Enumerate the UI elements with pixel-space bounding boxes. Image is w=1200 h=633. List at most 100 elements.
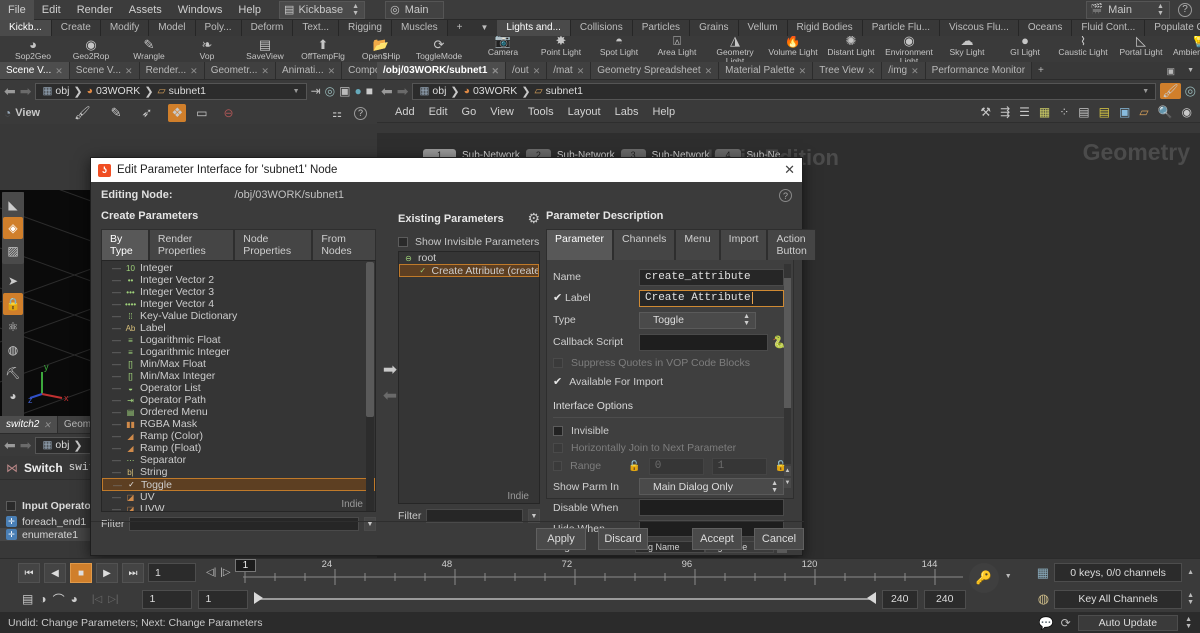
network-add-tab-button[interactable]: + <box>1032 62 1050 79</box>
left-pane-tab-close-icon[interactable]: ✕ <box>328 62 336 80</box>
color-palette-icon[interactable]: ▦ <box>1039 105 1050 119</box>
network-pane-tab-5[interactable]: Tree View ✕ <box>813 62 883 80</box>
create-parameter-item-logarithmic-integer[interactable]: — ≡ Logarithmic Integer <box>102 346 375 358</box>
tab-close-icon[interactable]: ✕ <box>43 416 51 434</box>
shelf-tool-area-light[interactable]: ⍓ Area Light <box>648 36 706 62</box>
image-icon[interactable]: ▣ <box>1119 105 1130 119</box>
create-parameter-item-key-value-dictionary[interactable]: — ⁞⁞ Key-Value Dictionary <box>102 310 375 322</box>
show-parm-in-dropdown[interactable]: Main Dialog Only ▲ ▼ <box>639 478 784 495</box>
shelf-tab-left-5[interactable]: Deform <box>241 20 294 36</box>
shelf-tool-camera[interactable]: 📷 Camera <box>474 36 532 62</box>
layout-spinner-icon[interactable]: ▲ ▼ <box>1156 3 1165 17</box>
network-maximize-icon[interactable]: ▣ <box>1160 62 1182 79</box>
create-parameter-item-label[interactable]: — Ab Label <box>102 322 375 334</box>
subnet-box-icon[interactable]: ▱ <box>1139 105 1148 119</box>
cancel-button[interactable]: Cancel <box>754 527 804 550</box>
accept-button[interactable]: Accept <box>692 527 742 550</box>
shelf-tab-left-1[interactable]: Create <box>51 20 101 36</box>
callback-input[interactable] <box>638 333 769 351</box>
menu-render[interactable]: Render <box>69 0 121 20</box>
network-menu-tools[interactable]: Tools <box>528 106 554 118</box>
create-parameter-item-integer-vector-3[interactable]: — ••• Integer Vector 3 <box>102 286 375 298</box>
scroll-up-icon[interactable]: ▲ <box>784 466 791 476</box>
shelf-tool-offtempflg[interactable]: ⬆ OffTempFlg <box>294 37 352 61</box>
no-selection-icon[interactable]: ⊖ <box>223 106 233 120</box>
network-pane-tab-close-icon[interactable]: ✕ <box>868 62 876 80</box>
breadcrumb-03work[interactable]: ◕ 03WORK <box>83 85 145 97</box>
range-start-field[interactable]: 1 <box>142 589 193 609</box>
display-options-icon[interactable]: ⚏ <box>332 107 342 120</box>
shelf-tool-volume-light[interactable]: 🔥 Volume Light <box>764 36 822 62</box>
create-parameter-item-logarithmic-float[interactable]: — ≡ Logarithmic Float <box>102 334 375 346</box>
cone-tool-icon[interactable]: ◣ <box>3 194 23 216</box>
network-menu-view[interactable]: View <box>490 106 514 118</box>
shelf-tool-environment-light[interactable]: ◉ Environment Light <box>880 36 938 62</box>
network-menu-help[interactable]: Help <box>652 106 675 118</box>
current-frame-field[interactable]: 1 <box>148 563 196 582</box>
jump-start-button[interactable]: ⏮ <box>18 562 40 583</box>
parameter-description-tab-channels[interactable]: Channels <box>613 229 676 260</box>
shelf-tool-point-light[interactable]: ✸ Point Light <box>532 36 590 62</box>
jump-end-button[interactable]: ⏭ <box>122 562 144 583</box>
create-parameter-item-string[interactable]: — b| String <box>102 466 375 478</box>
gear-icon[interactable]: ⚙ <box>527 210 540 227</box>
auto-update-dropdown[interactable]: Auto Update <box>1077 614 1179 631</box>
shelf-tab-left-3[interactable]: Model <box>149 20 196 36</box>
breadcrumb-subnet1[interactable]: ▱ subnet1 <box>154 85 210 97</box>
suppress-quotes-checkbox[interactable] <box>553 357 563 368</box>
create-parameter-item-operator-list[interactable]: — ◒ Operator List <box>102 382 375 394</box>
input-operators-checkbox[interactable] <box>6 501 16 511</box>
back-arrow-icon[interactable]: ⬅ <box>4 83 16 100</box>
shelf-tab-right-9[interactable]: Fluid Cont... <box>1072 20 1146 36</box>
network-pane-tab-close-icon[interactable]: ✕ <box>705 62 713 80</box>
network-pane-tab-close-icon[interactable]: ✕ <box>911 62 919 80</box>
layout-graph-icon[interactable]: ▤ <box>1078 105 1089 119</box>
shelf-tool-geometry-light[interactable]: ◮ Geometry Light <box>706 36 764 62</box>
step-back-button[interactable]: ◀ <box>44 562 66 583</box>
existing-parameters-list[interactable]: ⊖ root ✓ Create Attribute (create_at Indie <box>398 251 540 504</box>
comment-icon[interactable]: 💬 <box>1039 616 1054 630</box>
shelf-tab-dropdown-icon[interactable]: ▼ <box>471 20 498 36</box>
view-help-icon[interactable]: ? <box>354 106 367 120</box>
note-icon[interactable]: ▤ <box>1099 105 1110 119</box>
create-parameter-item-uvw[interactable]: — ◪ UVW <box>102 503 375 511</box>
layout-selector-right[interactable]: 🎬 Main ▲ ▼ <box>1085 0 1170 19</box>
description-scrollbar-thumb[interactable] <box>784 278 791 408</box>
create-parameter-item-uv[interactable]: — ◪ UV <box>102 491 375 503</box>
network-back-icon[interactable]: ⬅ <box>381 83 393 100</box>
parameter-description-tab-parameter[interactable]: Parameter <box>546 229 614 260</box>
key-dropdown-icon[interactable]: ▼ <box>1005 573 1012 580</box>
shelf-tab-right-6[interactable]: Particle Flu... <box>862 20 941 36</box>
left-pane-tab-2[interactable]: Render... ✕ <box>139 62 205 79</box>
label-checkbox[interactable]: ✔ <box>553 293 565 304</box>
shelf-tool-wrangle[interactable]: ✎ Wrangle <box>120 37 178 61</box>
search-icon[interactable]: 🔍 <box>1158 105 1173 119</box>
view-eye-icon[interactable]: ◉ <box>1182 105 1192 119</box>
snapshot-icon[interactable]: 🖌 <box>1160 83 1181 99</box>
shelf-tool-togglemode[interactable]: ⟳ ToggleMode <box>410 37 468 61</box>
menu-windows[interactable]: Windows <box>170 0 231 20</box>
range-end-field-2[interactable]: 240 <box>923 589 966 609</box>
network-menu-labs[interactable]: Labs <box>615 106 639 118</box>
lock-tool-icon[interactable]: 🔒 <box>3 293 23 315</box>
target-icon[interactable]: ◎ <box>325 84 335 98</box>
desktop-selector[interactable]: ▤ Kickbase ▲ ▼ <box>279 0 366 19</box>
scroll-down-icon[interactable]: ▼ <box>784 478 791 488</box>
forward-arrow-icon[interactable]: ➡ <box>20 83 32 100</box>
range-slider[interactable] <box>254 589 876 609</box>
keys-status-field[interactable]: 0 keys, 0/0 channels <box>1054 563 1183 582</box>
shelf-tab-left-4[interactable]: Poly... <box>195 20 242 36</box>
view-camera-icon[interactable]: ◔ <box>4 106 11 120</box>
create-parameters-list[interactable]: — 10 Integer — •• Integer Vector 2 — ••• Integer… <box>101 260 376 512</box>
menu-assets[interactable]: Assets <box>121 0 170 20</box>
shelf-tool-vop[interactable]: ❧ Vop <box>178 37 236 61</box>
existing-parameter-root[interactable]: ⊖ root <box>399 252 539 264</box>
shelf-tab-left-7[interactable]: Rigging <box>339 20 392 36</box>
next-key-icon[interactable]: |▷ <box>220 567 230 578</box>
sphere-icon[interactable]: ● <box>355 84 362 98</box>
view-display-icon[interactable]: ▭ <box>196 106 207 120</box>
menu-edit[interactable]: Edit <box>34 0 69 20</box>
orbit-tool-icon[interactable]: ◍ <box>3 339 23 361</box>
net-breadcrumb-subnet1[interactable]: ▱ subnet1 <box>531 85 587 97</box>
cube-icon[interactable]: ▣ <box>339 84 350 98</box>
